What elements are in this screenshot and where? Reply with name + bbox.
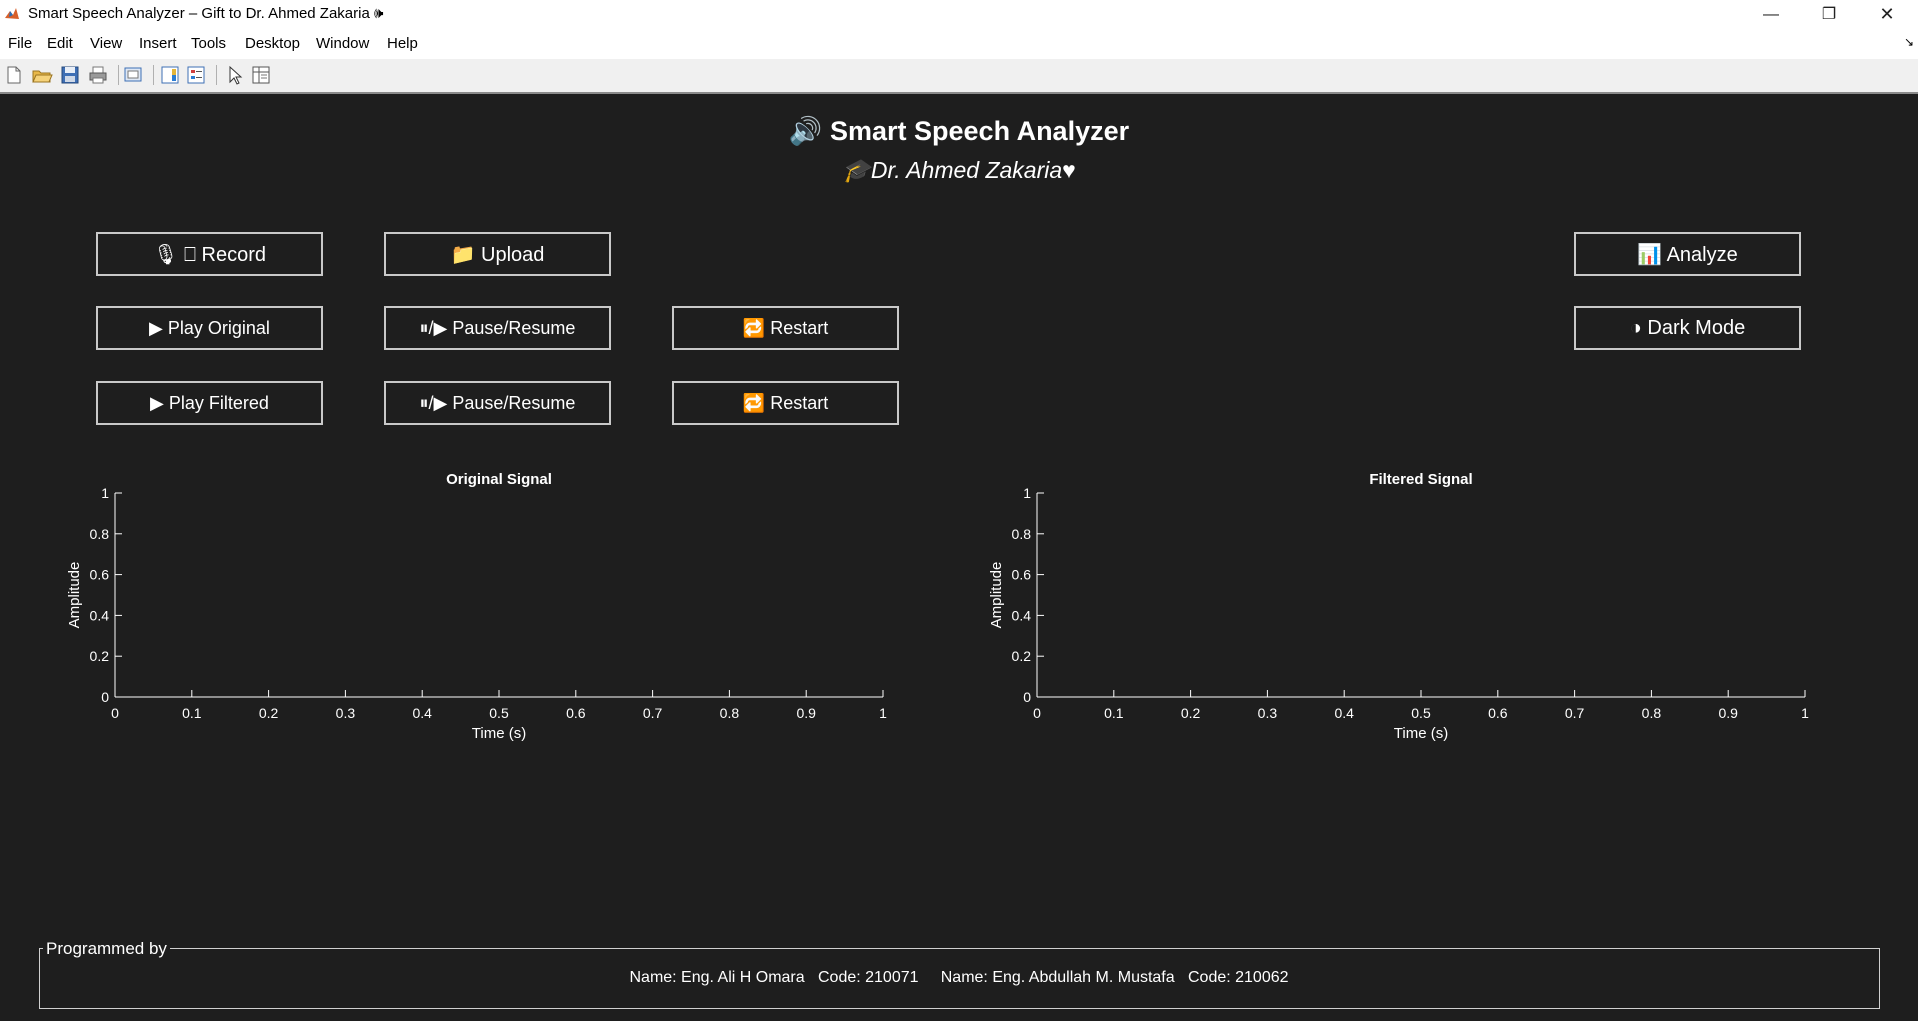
x-tick-label: 0.6 [1488, 705, 1508, 721]
y-tick-label: 0.8 [1012, 526, 1032, 542]
x-tick-label: 1 [1801, 705, 1809, 721]
panel-title: Programmed by [43, 939, 170, 959]
x-axis-label: Time (s) [1394, 725, 1448, 742]
x-tick-label: 0.5 [1411, 705, 1431, 721]
x-tick-label: 0 [1033, 705, 1041, 721]
y-tick-label: 0 [1023, 689, 1031, 705]
x-tick-label: 0.2 [1181, 705, 1201, 721]
x-tick-label: 0.7 [1565, 705, 1585, 721]
x-tick-label: 0.4 [1334, 705, 1354, 721]
y-axis-label: Amplitude [988, 562, 1005, 629]
programmers-info: Name: Eng. Ali H Omara Code: 210071 Name… [629, 969, 1289, 986]
y-tick-label: 0.2 [1012, 648, 1032, 664]
y-tick-label: 1 [1023, 485, 1031, 501]
x-tick-label: 0.9 [1718, 705, 1738, 721]
x-tick-label: 0.8 [1642, 705, 1662, 721]
y-tick-label: 0.6 [1012, 567, 1032, 583]
y-tick-label: 0.4 [1012, 607, 1032, 623]
x-tick-label: 0.3 [1258, 705, 1278, 721]
x-tick-label: 0.1 [1104, 705, 1124, 721]
chart-title: Filtered Signal [1369, 471, 1472, 488]
